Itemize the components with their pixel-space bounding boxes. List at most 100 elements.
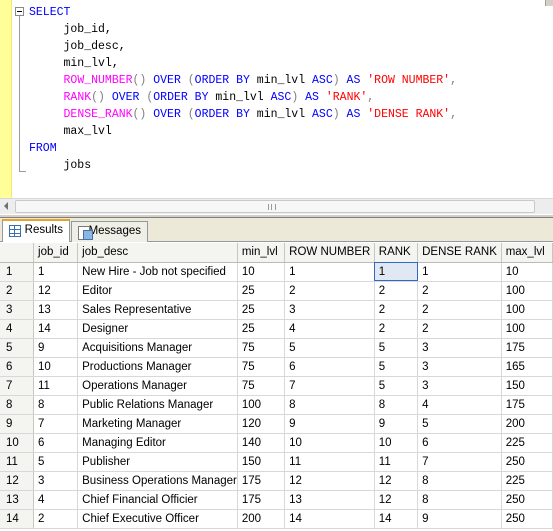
table-cell[interactable]: 175 [501, 338, 553, 358]
row-number-cell[interactable]: 7 [0, 376, 35, 396]
table-cell[interactable]: 7 [284, 376, 375, 396]
row-number-cell[interactable]: 6 [0, 357, 35, 377]
table-cell[interactable]: 2 [374, 281, 419, 301]
sql-editor[interactable]: SELECT job_id, job_desc, min_lvl, ROW_NU… [0, 0, 553, 198]
table-row[interactable]: 5 9 Acquisitions Manager 75 5 5 3 175 [0, 338, 553, 358]
table-cell[interactable]: 25 [237, 300, 286, 320]
table-cell[interactable]: 100 [237, 395, 286, 415]
table-cell[interactable]: 5 [374, 338, 419, 358]
row-number-cell[interactable]: 4 [0, 319, 35, 339]
table-cell[interactable]: 5 [417, 414, 502, 434]
table-cell[interactable]: 11 [33, 376, 79, 396]
table-cell[interactable]: 9 [374, 414, 419, 434]
table-cell[interactable]: 10 [284, 433, 375, 453]
column-header-job-desc[interactable]: job_desc [77, 243, 238, 263]
table-cell[interactable]: 175 [237, 471, 286, 491]
table-cell[interactable]: New Hire - Job not specified [77, 262, 238, 282]
table-row[interactable]: 3 13 Sales Representative 25 3 2 2 100 [0, 300, 553, 320]
table-cell[interactable]: 2 [33, 509, 79, 529]
table-cell[interactable]: 100 [501, 300, 553, 320]
table-cell[interactable]: 175 [501, 395, 553, 415]
table-cell[interactable]: 250 [501, 509, 553, 529]
table-cell[interactable]: 3 [33, 471, 79, 491]
table-cell[interactable]: 4 [33, 490, 79, 510]
table-cell[interactable]: Managing Editor [77, 433, 238, 453]
table-cell[interactable]: 175 [237, 490, 286, 510]
row-number-cell[interactable]: 11 [0, 452, 35, 472]
table-cell[interactable]: 11 [374, 452, 419, 472]
table-cell[interactable]: 25 [237, 319, 286, 339]
table-cell[interactable]: 75 [237, 357, 286, 377]
table-cell[interactable]: 4 [284, 319, 375, 339]
table-cell[interactable]: Designer [77, 319, 238, 339]
table-cell[interactable]: 8 [33, 395, 79, 415]
table-cell[interactable]: 75 [237, 376, 286, 396]
table-cell[interactable]: 6 [33, 433, 79, 453]
table-cell[interactable]: Chief Financial Officier [77, 490, 238, 510]
column-header-rank[interactable]: RANK [374, 243, 419, 263]
vertical-scrollbar[interactable] [545, 0, 553, 6]
table-cell[interactable]: 12 [33, 281, 79, 301]
row-number-cell[interactable]: 9 [0, 414, 35, 434]
table-cell[interactable]: 1 [417, 262, 502, 282]
code-line[interactable]: job_id, [29, 21, 457, 38]
table-cell[interactable]: 10 [501, 262, 553, 282]
table-row[interactable]: 10 6 Managing Editor 140 10 10 6 225 [0, 433, 553, 453]
table-cell[interactable]: Public Relations Manager [77, 395, 238, 415]
table-cell[interactable]: Editor [77, 281, 238, 301]
table-cell[interactable]: 13 [284, 490, 375, 510]
table-cell[interactable]: 200 [501, 414, 553, 434]
table-cell[interactable]: 9 [284, 414, 375, 434]
table-cell[interactable]: 5 [374, 376, 419, 396]
code-line[interactable]: min_lvl, [29, 55, 457, 72]
table-cell[interactable]: 4 [417, 395, 502, 415]
row-number-cell[interactable]: 12 [0, 471, 35, 491]
row-number-cell[interactable]: 5 [0, 338, 35, 358]
table-cell[interactable]: 5 [284, 338, 375, 358]
table-row[interactable]: 11 5 Publisher 150 11 11 7 250 [0, 452, 553, 472]
code-line[interactable]: RANK() OVER (ORDER BY min_lvl ASC) AS 'R… [29, 89, 457, 106]
row-number-cell[interactable]: 10 [0, 433, 35, 453]
table-cell[interactable]: 7 [417, 452, 502, 472]
table-cell[interactable]: 2 [284, 281, 375, 301]
table-cell[interactable]: 165 [501, 357, 553, 377]
code-line[interactable]: max_lvl [29, 123, 457, 140]
table-cell[interactable]: 10 [33, 357, 79, 377]
table-cell[interactable]: 3 [417, 357, 502, 377]
column-header-row-number[interactable]: ROW NUMBER [284, 243, 375, 263]
table-row[interactable]: 14 2 Chief Executive Officer 200 14 14 9 250 [0, 509, 553, 529]
table-cell[interactable]: 1 [284, 262, 375, 282]
horizontal-scrollbar[interactable] [0, 198, 553, 214]
table-cell[interactable]: 5 [33, 452, 79, 472]
table-cell[interactable]: 2 [417, 319, 502, 339]
table-cell[interactable]: 6 [417, 433, 502, 453]
row-number-cell[interactable]: 3 [0, 300, 35, 320]
table-cell[interactable]: 1 [33, 262, 79, 282]
table-row[interactable]: 13 4 Chief Financial Officier 175 13 12 8 250 [0, 490, 553, 510]
column-header-job-id[interactable]: job_id [33, 243, 79, 263]
table-cell[interactable]: 250 [501, 452, 553, 472]
table-cell[interactable]: 10 [374, 433, 419, 453]
row-number-cell[interactable]: 13 [0, 490, 35, 510]
table-cell[interactable]: 150 [501, 376, 553, 396]
table-cell[interactable]: Operations Manager [77, 376, 238, 396]
table-cell[interactable]: Sales Representative [77, 300, 238, 320]
scroll-left-arrow-icon[interactable] [4, 202, 8, 210]
table-cell[interactable]: 120 [237, 414, 286, 434]
table-cell[interactable]: 140 [237, 433, 286, 453]
tab-results[interactable]: Results [2, 219, 70, 242]
table-cell[interactable]: 25 [237, 281, 286, 301]
corner-cell[interactable] [0, 243, 35, 263]
table-row[interactable]: 9 7 Marketing Manager 120 9 9 5 200 [0, 414, 553, 434]
table-cell[interactable]: 12 [374, 490, 419, 510]
table-cell[interactable]: 12 [284, 471, 375, 491]
table-cell[interactable]: 6 [284, 357, 375, 377]
row-number-cell[interactable]: 8 [0, 395, 35, 415]
table-cell[interactable]: 7 [33, 414, 79, 434]
table-cell[interactable]: 14 [284, 509, 375, 529]
table-cell[interactable]: 2 [417, 300, 502, 320]
column-header-max-lvl[interactable]: max_lvl [501, 243, 553, 263]
row-number-cell[interactable]: 2 [0, 281, 35, 301]
table-cell[interactable]: 3 [417, 338, 502, 358]
selected-cell[interactable]: 1 [374, 262, 419, 282]
